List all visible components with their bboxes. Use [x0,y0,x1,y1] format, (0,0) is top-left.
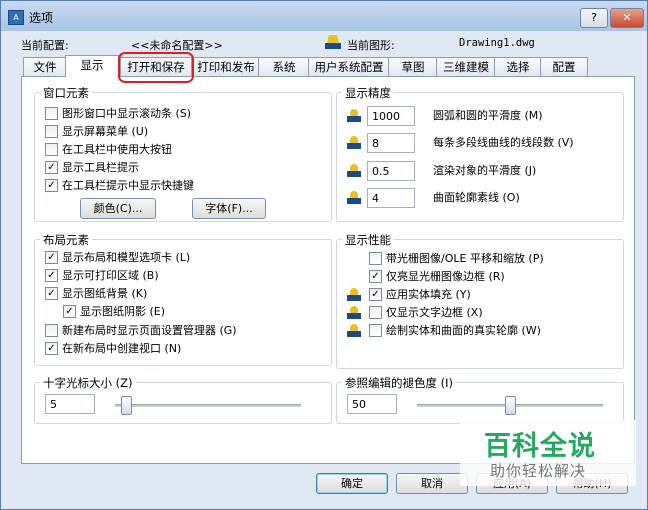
xref-fade-group: 参照编辑的褪色度 (I) 50 [336,375,624,424]
checkbox[interactable] [45,124,58,138]
checkbox[interactable]: ✓ [45,341,58,355]
checkbox[interactable]: ✓ [369,287,382,301]
checkbox[interactable]: ✓ [45,268,58,282]
polyline-segments-field[interactable]: 8 [367,133,415,153]
option-show-scrollbars[interactable]: 图形窗口中显示滚动条 (S) [45,106,191,122]
option-show-tooltips[interactable]: ✓ 显示工具栏提示 [45,160,139,176]
title-bar[interactable]: A 选项 ? ✕ [1,1,647,31]
tab-profiles[interactable]: 配置 [540,57,588,76]
option-show-screen-menu[interactable]: 显示屏幕菜单 (U) [45,124,148,140]
fonts-button[interactable]: 字体(F)... [192,198,266,219]
checkbox[interactable] [369,323,382,337]
watermark: 百科全说 助你轻松解决 [460,420,636,486]
option-page-setup-manager[interactable]: 新建布局时显示页面设置管理器 (G) [45,323,237,339]
ok-button[interactable]: 确定 [316,473,388,494]
option-layout-model-tabs[interactable]: ✓ 显示布局和模型选项卡 (L) [45,250,190,266]
option-paper-shadow[interactable]: ✓ 显示图纸阴影 (E) [63,304,165,320]
highlight-circle [118,52,194,83]
checkbox[interactable] [45,323,58,337]
display-performance-group: 显示性能 带光栅图像/OLE 平移和缩放 (P) ✓ 仅亮显光栅图像边框 (R) … [336,232,624,369]
watermark-title: 百科全说 [484,431,596,462]
bulb-icon [347,164,361,178]
drawing-icon [325,35,341,50]
checkbox[interactable]: ✓ [45,160,58,174]
option-solid-fill[interactable]: ✓ 应用实体填充 (Y) [369,287,471,303]
render-smoothness-field[interactable]: 0.5 [367,161,415,181]
tab-files[interactable]: 文件 [23,57,67,76]
checkbox[interactable] [369,305,382,319]
contour-lines-label: 曲面轮廓素线 (O) [433,191,520,204]
option-printable-area[interactable]: ✓ 显示可打印区域 (B) [45,268,159,284]
tab-drafting[interactable]: 草图 [388,57,438,76]
option-large-buttons[interactable]: 在工具栏中使用大按钮 [45,142,172,158]
window-elements-group: 窗口元素 图形窗口中显示滚动条 (S) 显示屏幕菜单 (U) 在工具栏中使用大按… [34,85,332,222]
tab-3d-modeling[interactable]: 三维建模 [436,57,496,76]
dialog-title: 选项 [29,11,54,25]
crosshair-size-title: 十字光标大小 (Z) [40,375,136,391]
xref-fade-field[interactable]: 50 [347,394,397,414]
layout-elements-group: 布局元素 ✓ 显示布局和模型选项卡 (L) ✓ 显示可打印区域 (B) ✓ 显示图纸背… [34,232,332,366]
display-performance-title: 显示性能 [342,232,394,248]
arc-smoothness-label: 圆弧和圆的平滑度 (M) [433,109,543,122]
checkbox[interactable]: ✓ [45,178,58,192]
bulb-icon [347,306,361,320]
polyline-segments-label: 每条多段线曲线的线段数 (V) [433,136,574,149]
colors-button[interactable]: 颜色(C)... [80,198,156,219]
layout-elements-title: 布局元素 [40,232,92,248]
watermark-subtitle: 助你轻松解决 [490,462,587,480]
bulb-icon [347,324,361,338]
bulb-icon [347,288,361,302]
tab-user-preferences[interactable]: 用户系统配置 [308,57,390,76]
autocad-app-icon: A [8,10,24,25]
option-paper-background[interactable]: ✓ 显示图纸背景 (K) [45,286,147,302]
current-profile-label: 当前配置: [21,39,69,52]
contour-lines-field[interactable]: 4 [367,188,415,208]
bulb-icon [347,191,361,205]
display-resolution-group: 显示精度 1000 圆弧和圆的平滑度 (M) 8 每条多段线曲线的线段数 (V)… [336,85,624,222]
checkbox[interactable]: ✓ [45,286,58,300]
bulb-icon [347,109,361,123]
checkbox[interactable] [369,251,382,265]
arc-smoothness-field[interactable]: 1000 [367,106,415,126]
checkbox[interactable]: ✓ [369,269,382,283]
crosshair-size-field[interactable]: 5 [45,394,95,414]
checkbox[interactable] [45,106,58,120]
tab-display[interactable]: 显示 [65,55,119,77]
current-drawing-value: Drawing1.dwg [459,37,535,49]
bulb-icon [347,136,361,150]
option-text-frame-only[interactable]: 仅显示文字边框 (X) [369,305,483,321]
crosshair-slider-thumb[interactable] [121,396,133,415]
current-drawing-label: 当前图形: [347,39,395,52]
option-create-viewport[interactable]: ✓ 在新布局中创建视口 (N) [45,341,181,357]
tab-plot-and-publish[interactable]: 打印和发布 [192,57,260,76]
option-true-silhouettes[interactable]: 绘制实体和曲面的真实轮廓 (W) [369,323,541,339]
display-resolution-title: 显示精度 [342,85,394,101]
tab-selection[interactable]: 选择 [494,57,542,76]
tab-system[interactable]: 系统 [258,57,310,76]
current-profile-value: <<未命名配置>> [131,39,223,52]
option-raster-pan-zoom[interactable]: 带光栅图像/OLE 平移和缩放 (P) [369,251,544,267]
help-title-button[interactable]: ? [580,8,608,28]
options-dialog: A 选项 ? ✕ 当前配置: <<未命名配置>> 当前图形: Drawing1.… [0,0,648,510]
xref-fade-title: 参照编辑的褪色度 (I) [342,375,457,391]
xref-fade-slider-thumb[interactable] [505,396,516,415]
checkbox[interactable] [45,142,58,156]
crosshair-size-group: 十字光标大小 (Z) 5 [34,375,332,424]
render-smoothness-label: 渲染对象的平滑度 (J) [433,164,537,177]
option-highlight-raster-frame[interactable]: ✓ 仅亮显光栅图像边框 (R) [369,269,505,285]
window-elements-title: 窗口元素 [40,85,92,101]
close-button[interactable]: ✕ [610,8,644,28]
option-tooltip-shortcuts[interactable]: ✓ 在工具栏提示中显示快捷键 [45,178,194,194]
crosshair-slider-track[interactable] [115,404,301,407]
checkbox[interactable]: ✓ [45,250,58,264]
tab-strip: 文件 显示 打开和保存 打印和发布 系统 用户系统配置 草图 三维建模 选择 配… [1,55,647,77]
cancel-button[interactable]: 取消 [396,473,468,494]
display-tab-panel: 窗口元素 图形窗口中显示滚动条 (S) 显示屏幕菜单 (U) 在工具栏中使用大按… [21,76,635,464]
checkbox[interactable]: ✓ [63,304,76,318]
